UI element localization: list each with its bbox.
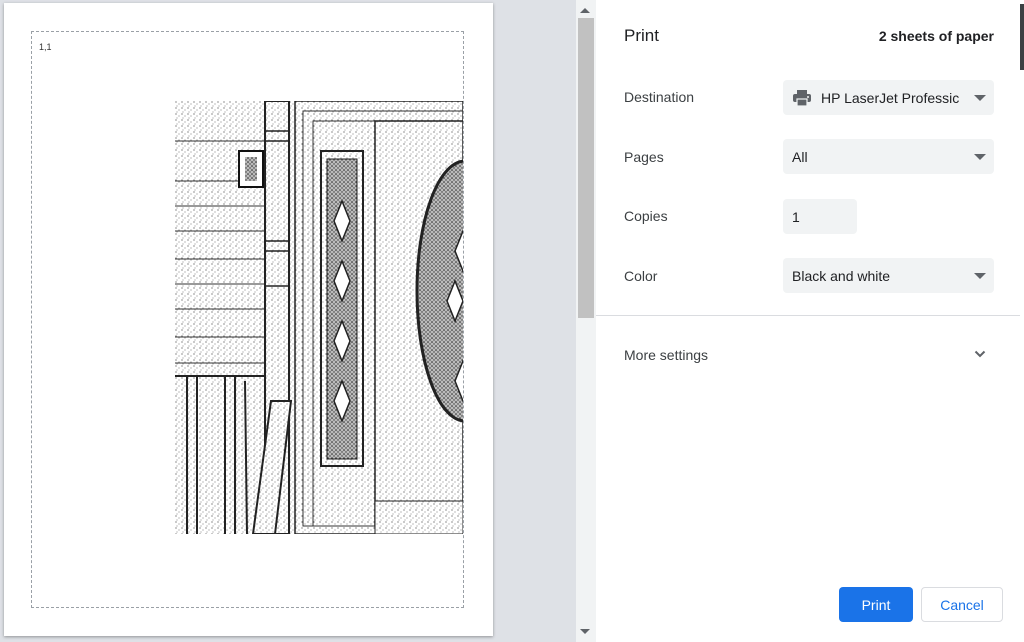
page-number-label: 1,1: [39, 42, 52, 52]
sheet-count: 2 sheets of paper: [878, 28, 994, 44]
printer-icon: [793, 89, 811, 106]
preview-image-sketch: [175, 101, 463, 534]
pages-value: All: [792, 148, 808, 165]
color-value: Black and white: [792, 267, 891, 284]
scroll-up-arrow-icon[interactable]: [580, 8, 590, 13]
destination-select[interactable]: HP LaserJet Professic: [783, 80, 994, 115]
scroll-down-arrow-icon[interactable]: [580, 629, 590, 634]
panel-scrollbar-track: [1020, 0, 1024, 642]
copies-input[interactable]: [783, 199, 857, 234]
more-settings-label: More settings: [624, 347, 709, 363]
pages-select[interactable]: All: [783, 139, 994, 174]
print-button[interactable]: Print: [839, 587, 913, 622]
scrollbar-thumb[interactable]: [578, 18, 594, 318]
destination-label: Destination: [624, 89, 695, 105]
more-settings-toggle[interactable]: More settings: [596, 334, 1020, 376]
section-divider: [596, 315, 1020, 316]
destination-value: HP LaserJet Professic: [821, 89, 960, 106]
color-select[interactable]: Black and white: [783, 258, 994, 293]
dropdown-arrow-icon: [974, 272, 986, 279]
print-preview-area: 1,1: [0, 0, 576, 642]
panel-scrollbar-thumb[interactable]: [1020, 4, 1024, 70]
dropdown-arrow-icon: [974, 94, 986, 101]
dropdown-arrow-icon: [974, 153, 986, 160]
print-settings-panel: Print 2 sheets of paper Destination HP L…: [596, 0, 1020, 642]
cancel-button[interactable]: Cancel: [921, 587, 1003, 622]
color-label: Color: [624, 268, 658, 284]
preview-scrollbar[interactable]: [576, 0, 596, 642]
pages-label: Pages: [624, 149, 664, 165]
copies-label: Copies: [624, 208, 668, 224]
dialog-title: Print: [624, 26, 659, 45]
preview-page: 1,1: [4, 3, 493, 636]
chevron-down-icon: [974, 350, 986, 358]
